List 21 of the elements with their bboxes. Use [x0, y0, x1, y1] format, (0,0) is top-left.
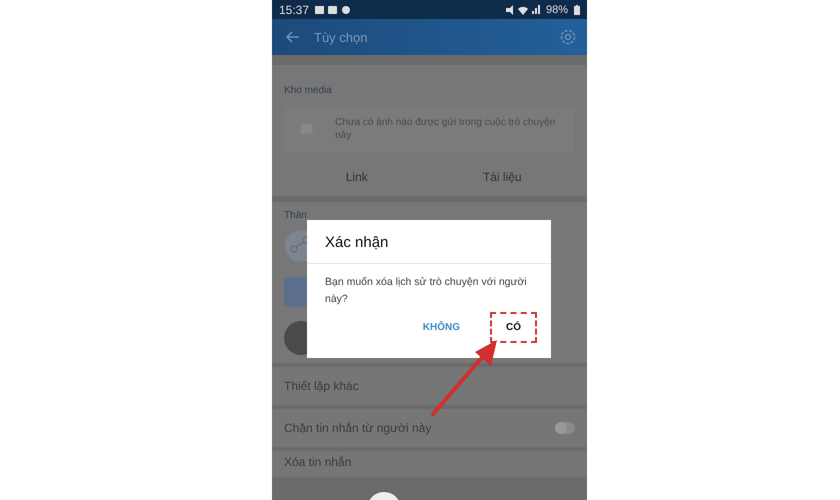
settings-icon[interactable]	[559, 28, 577, 46]
section-heading: Thàn	[284, 210, 308, 221]
battery-icon	[574, 4, 580, 14]
section-heading: Kho media	[284, 85, 333, 96]
media-tab[interactable]: Tài liệu	[430, 156, 575, 196]
dialog-title: Xác nhận	[307, 220, 551, 264]
dialog-button[interactable]: CÓ	[490, 312, 537, 343]
status-time: 15:37	[279, 2, 310, 16]
settings-label: Chặn tin nhắn từ người này	[284, 421, 432, 435]
media-tab[interactable]: Link	[284, 156, 430, 196]
settings-row[interactable]: Thiết lập khác	[272, 367, 587, 405]
signal-wifi-icons	[506, 4, 540, 14]
settings-label: Thiết lập khác	[284, 379, 359, 393]
back-icon[interactable]	[286, 31, 300, 43]
settings-row[interactable]: Xóa tin nhắn	[272, 451, 587, 477]
battery-percent: 98%	[546, 4, 568, 16]
app-bar-title: Tùy chọn	[314, 30, 368, 44]
toggle-switch[interactable]	[555, 422, 575, 434]
dialog-message: Bạn muốn xóa lịch sử trò chuyện với người này?	[324, 275, 528, 307]
dialog-button[interactable]: KHÔNG	[406, 312, 476, 343]
settings-label: Xóa tin nhắn	[284, 455, 352, 469]
